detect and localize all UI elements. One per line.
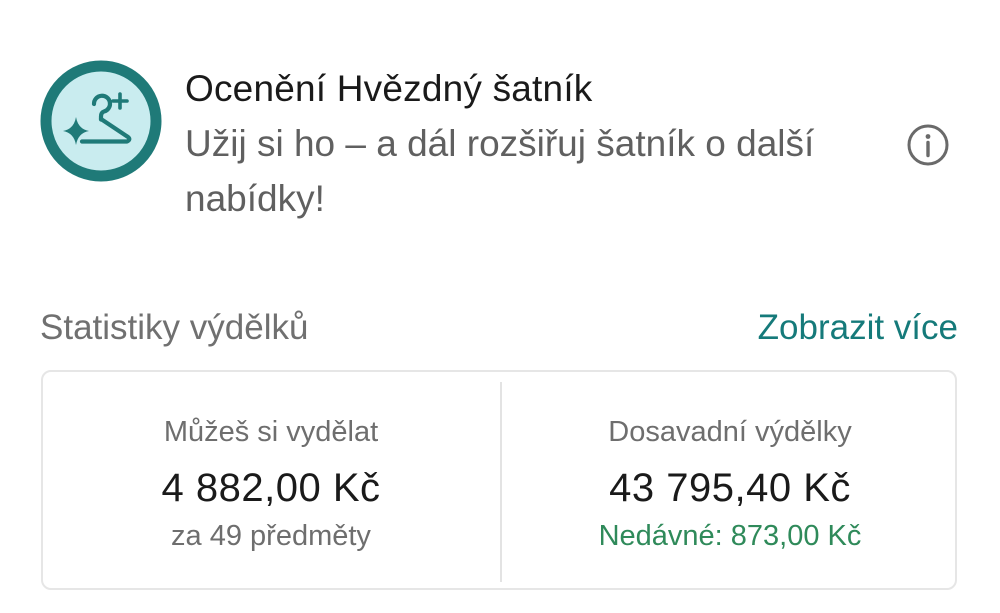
award-title: Ocenění Hvězdný šatník [185,68,593,109]
award-text: Ocenění Hvězdný šatník Užij si ho – a dá… [185,66,845,226]
recent-earnings: Nedávné: 873,00 Kč [598,520,862,552]
potential-value: 4 882,00 Kč [161,466,381,510]
potential-label: Můžeš si vydělat [163,416,379,448]
stats-header: Statistiky výdělků Zobrazit více [40,304,960,354]
info-icon[interactable] [906,123,950,167]
potential-earnings: Můžeš si vydělat 4 882,00 Kč za 49 předm… [43,372,499,588]
earned-value: 43 795,40 Kč [609,466,851,510]
star-hanger-icon [40,60,162,182]
stats-title: Statistiky výdělků [40,308,309,347]
earnings-card: Můžeš si vydělat 4 882,00 Kč za 49 předm… [41,370,957,590]
earned-label: Dosavadní výdělky [608,416,852,448]
show-more-link[interactable]: Zobrazit více [758,304,958,352]
award-banner: Ocenění Hvězdný šatník Užij si ho – a dá… [40,60,960,230]
potential-items-count: za 49 předměty [171,520,371,552]
award-subtitle: Užij si ho – a dál rozšiřuj šatník o dal… [185,123,815,219]
earned-so-far: Dosavadní výdělky 43 795,40 Kč Nedávné: … [502,372,958,588]
